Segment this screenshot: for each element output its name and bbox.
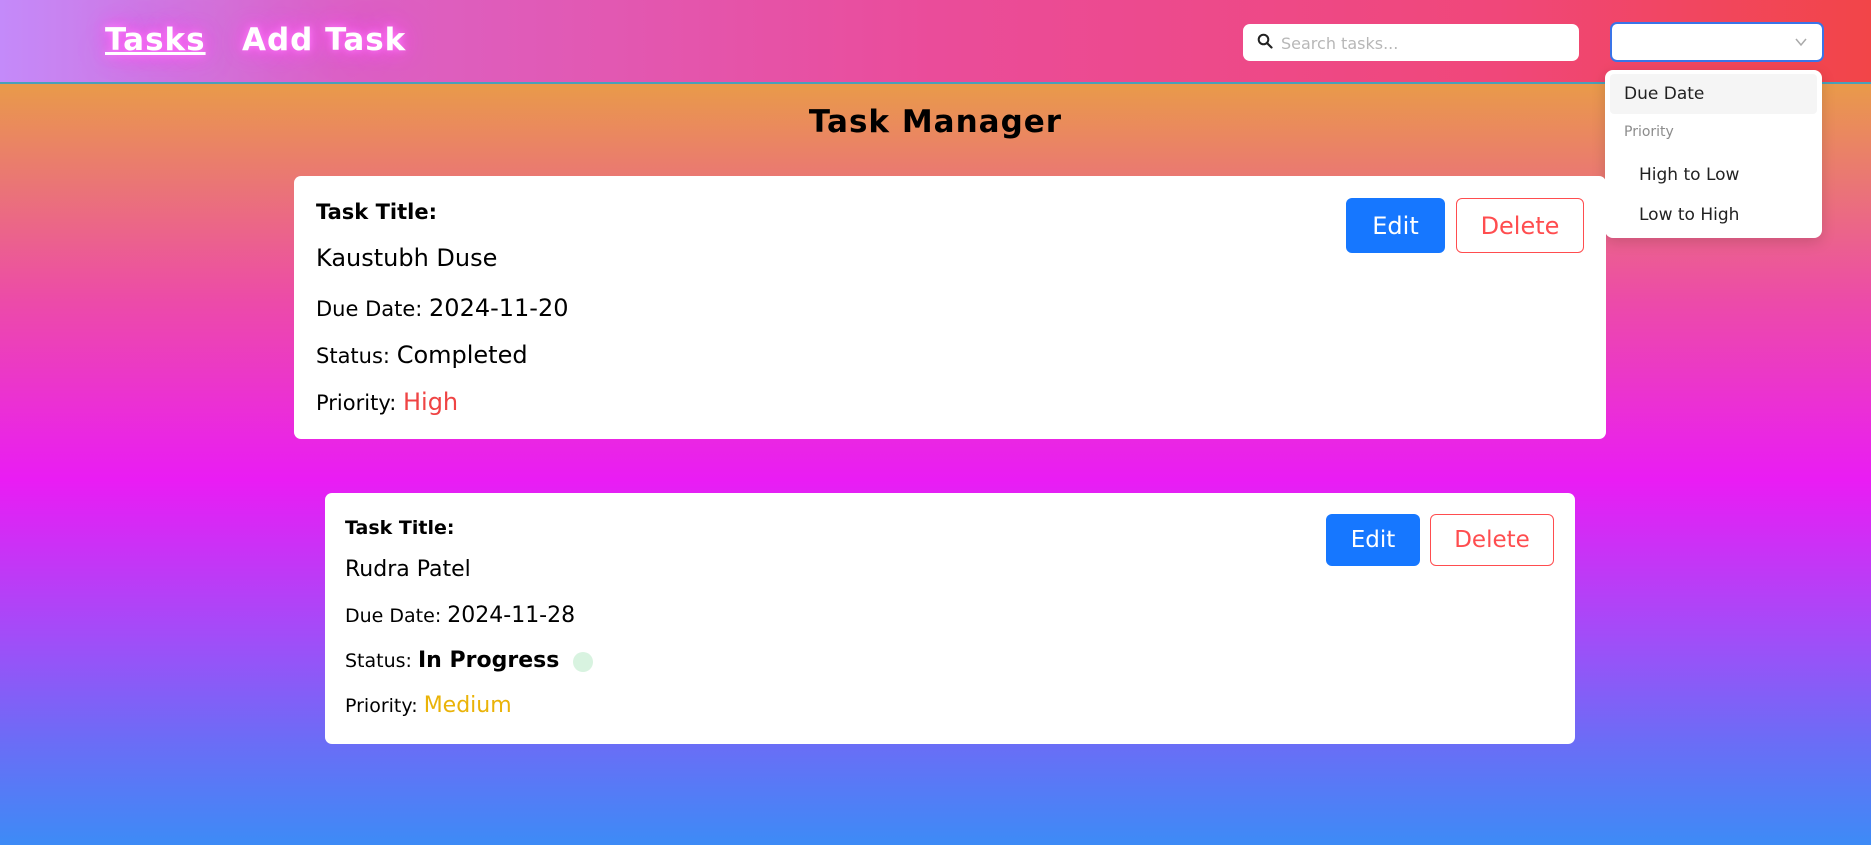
nav-link-tasks[interactable]: Tasks	[105, 22, 206, 58]
due-date-value: 2024-11-20	[429, 294, 569, 322]
priority-label: Priority:	[316, 391, 397, 415]
task-card: Task Title: Kaustubh Duse Due Date: 2024…	[294, 176, 1606, 439]
status-value: In Progress	[418, 648, 560, 673]
sort-option-high-to-low[interactable]: High to Low	[1639, 165, 1739, 185]
status-indicator	[573, 651, 594, 672]
due-date-label: Due Date:	[345, 605, 442, 627]
search-box[interactable]	[1243, 24, 1579, 63]
status-label: Status:	[316, 344, 390, 368]
priority-value: High	[402, 388, 459, 416]
delete-button[interactable]: Delete	[1430, 514, 1554, 566]
edit-button[interactable]: Edit	[1326, 514, 1420, 566]
due-date-value: 2024-11-28	[447, 603, 576, 628]
task-card: Task Title: Rudra Patel Due Date: 2024-1…	[325, 493, 1575, 744]
chevron-down-icon	[1795, 38, 1807, 47]
task-title: Kaustubh Duse	[316, 244, 498, 272]
navbar: Tasks Add Task	[0, 0, 1871, 84]
nav-link-add-task[interactable]: Add Task	[242, 22, 406, 58]
priority-label: Priority:	[345, 695, 418, 717]
sort-option-due-date-label: Due Date	[1624, 84, 1705, 104]
due-date-label: Due Date:	[316, 297, 423, 321]
sort-option-low-to-high[interactable]: Low to High	[1639, 205, 1739, 225]
search-input[interactable]	[1279, 24, 1573, 63]
page-title: Task Manager	[808, 104, 1063, 140]
search-icon	[1257, 33, 1273, 49]
status-label: Status:	[345, 650, 412, 672]
task-title-label: Task Title:	[345, 517, 455, 539]
status-value: Completed	[396, 341, 528, 369]
task-title-label: Task Title:	[316, 200, 437, 224]
sort-select[interactable]	[1610, 22, 1824, 62]
delete-button[interactable]: Delete	[1456, 198, 1584, 253]
edit-button[interactable]: Edit	[1346, 198, 1445, 253]
priority-value: Medium	[423, 693, 512, 718]
sort-dropdown-menu: Due Date Priority High to Low Low to Hig…	[1605, 70, 1822, 238]
task-title: Rudra Patel	[345, 557, 471, 582]
